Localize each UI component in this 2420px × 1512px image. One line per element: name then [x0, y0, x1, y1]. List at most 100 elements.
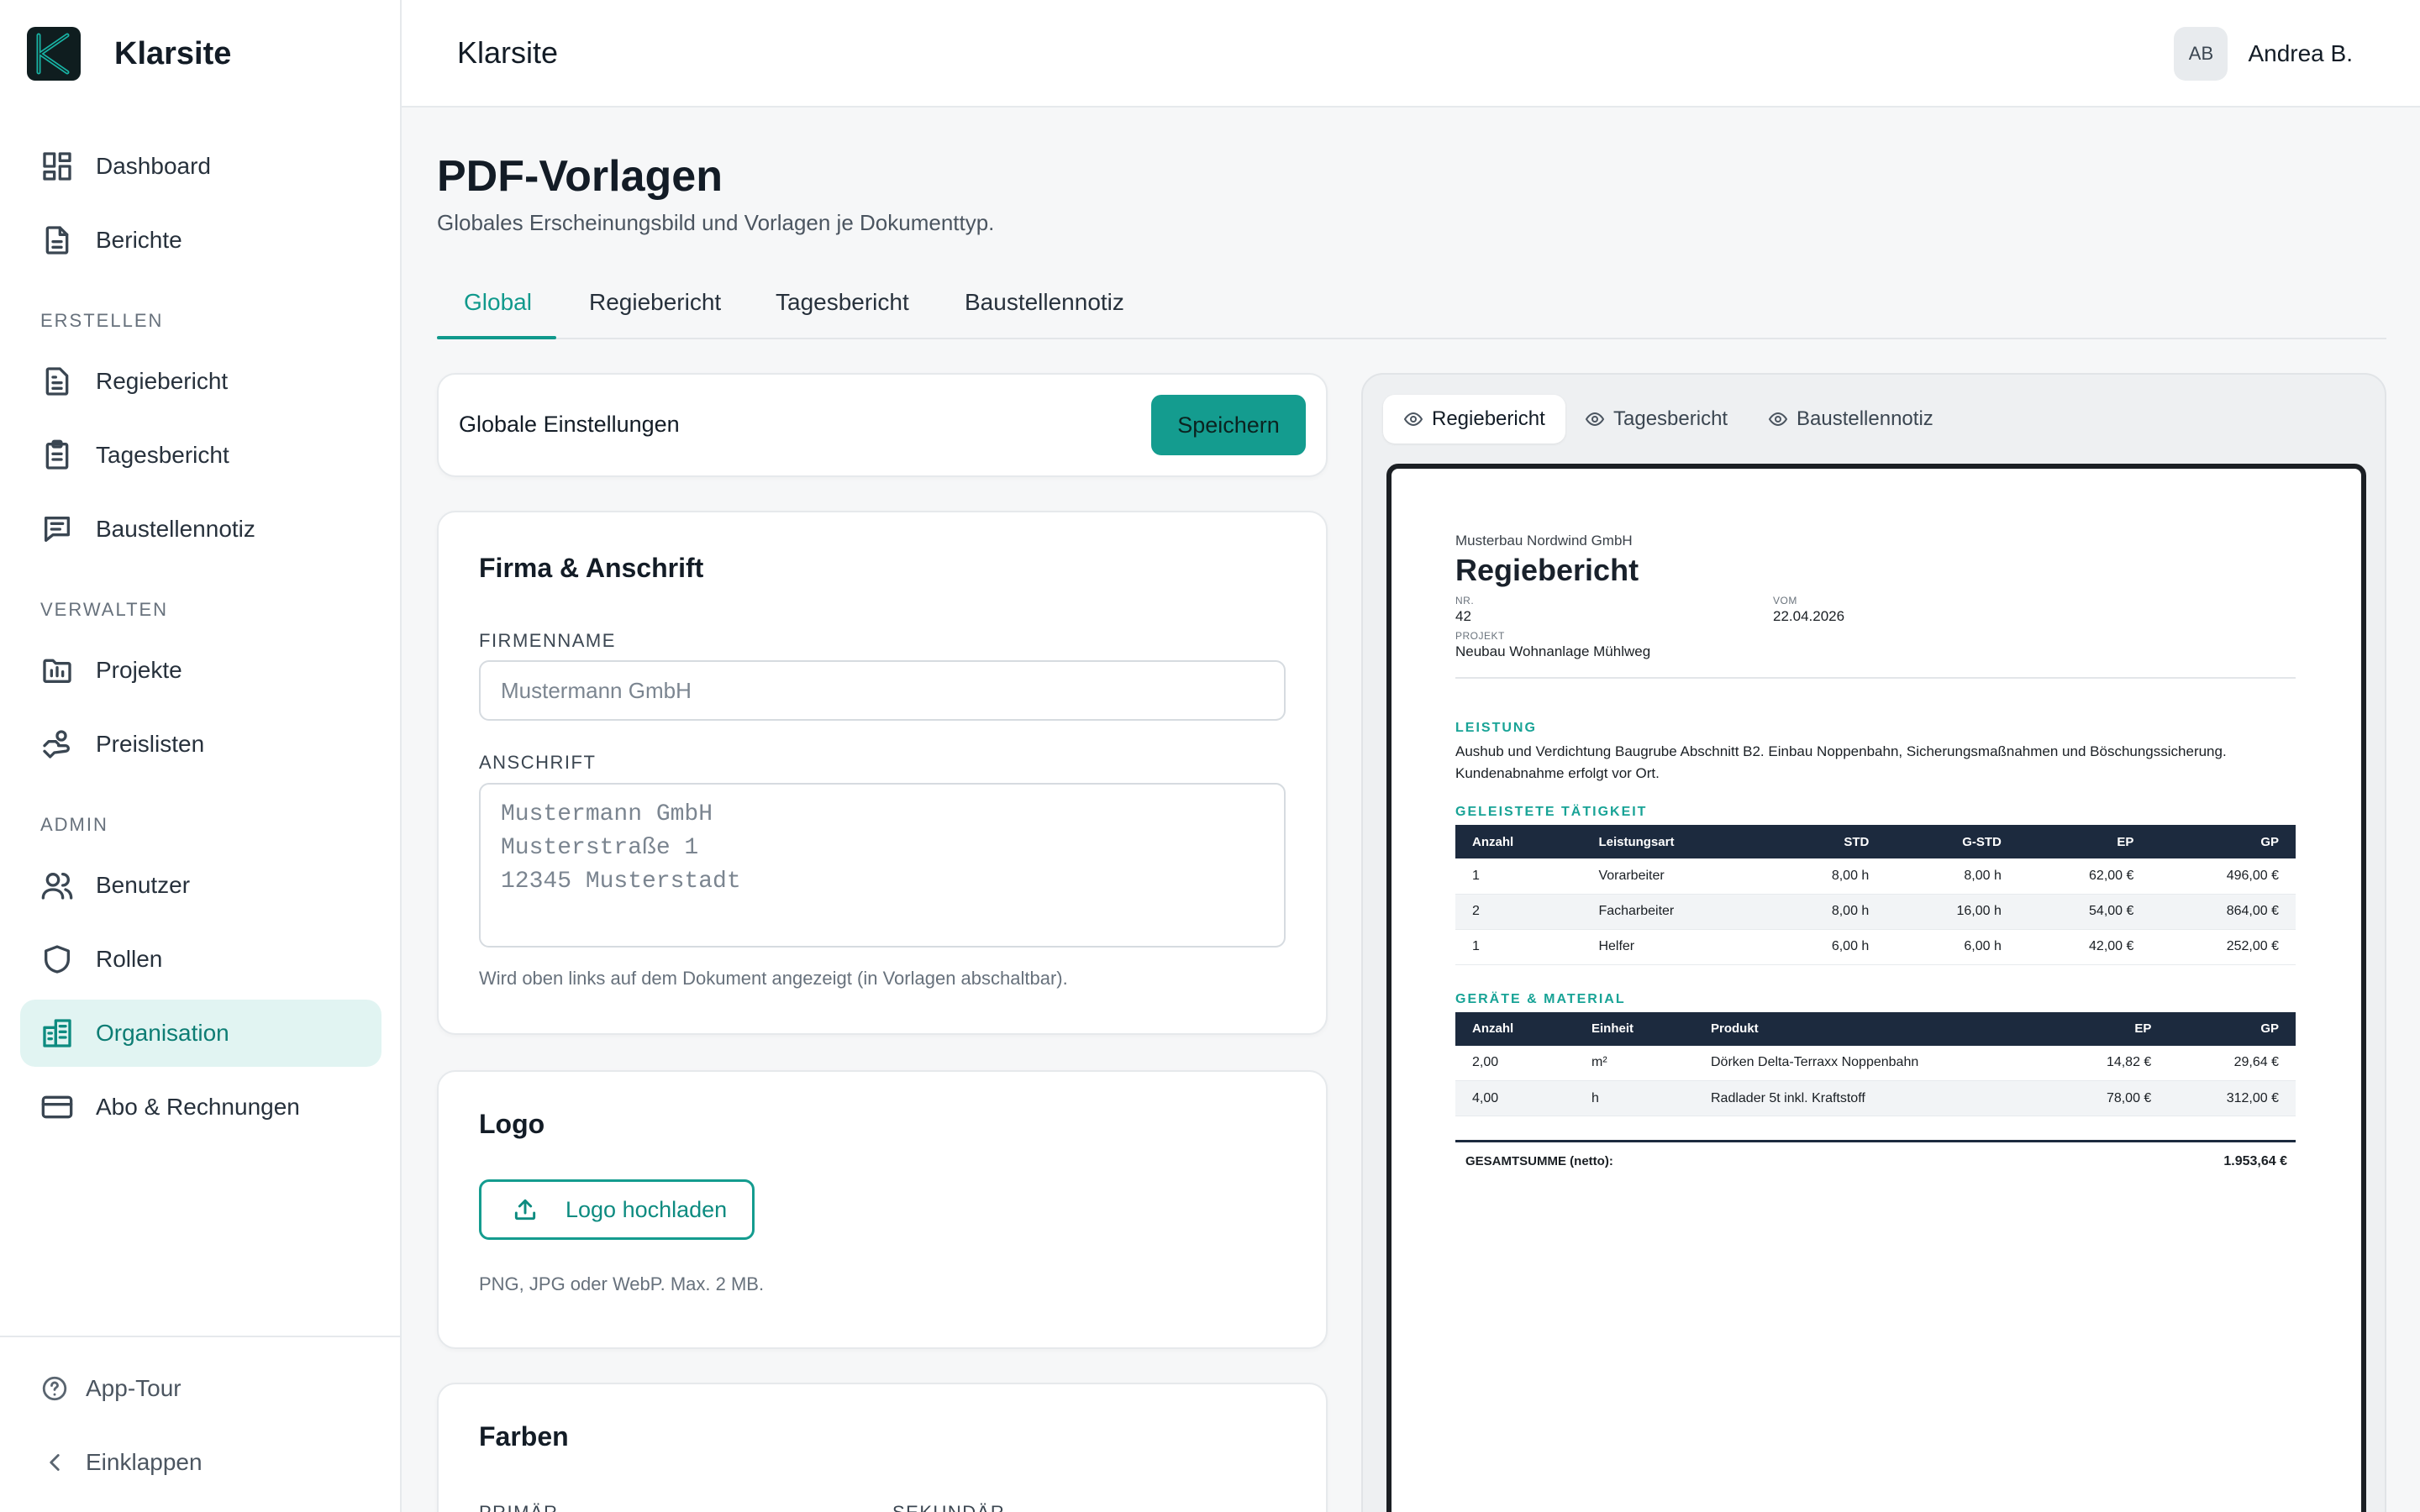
nav-tagesbericht[interactable]: Tagesbericht: [20, 422, 381, 489]
upload-logo-button[interactable]: Logo hochladen: [479, 1179, 755, 1240]
nav-organisation[interactable]: Organisation: [20, 1000, 381, 1067]
dashboard-icon: [43, 152, 71, 181]
tab-regiebericht[interactable]: Regiebericht: [589, 289, 721, 316]
table-header: Produkt: [1694, 1011, 2052, 1046]
folder-icon: [43, 659, 71, 683]
nav-label: Dashboard: [96, 153, 211, 179]
doc-work-title: GELEISTETE TÄTIGKEIT: [1455, 805, 1648, 819]
table-cell: 78,00 €: [2051, 1080, 2169, 1116]
doc-date-label: VOM: [1773, 595, 1797, 606]
clipboard-icon: [45, 439, 69, 470]
price-icon: [43, 730, 70, 759]
tab-baustellennotiz[interactable]: Baustellennotiz: [965, 289, 1124, 316]
table-cell: 8,00 h: [1765, 858, 1886, 895]
nav-berichte[interactable]: Berichte: [20, 207, 381, 274]
material-table: Anzahl Einheit Produkt EP GP 2,00 m² Dör…: [1455, 1011, 2296, 1116]
document-icon: [45, 226, 69, 255]
report-icon: [45, 367, 69, 396]
pdf-document: Musterbau Nordwind GmbH Regiebericht NR.…: [1455, 533, 2296, 1179]
table-cell: 1: [1455, 929, 1582, 965]
nav-dashboard[interactable]: Dashboard: [20, 133, 381, 200]
save-button[interactable]: Speichern: [1151, 395, 1306, 455]
nav-abo-rechnungen[interactable]: Abo & Rechnungen: [20, 1074, 381, 1141]
table-cell: Dörken Delta-Terraxx Noppenbahn: [1694, 1045, 2052, 1081]
sidebar-footer: App-Tour Einklappen: [0, 1336, 400, 1512]
page-subtitle: Globales Erscheinungsbild und Vorlagen j…: [437, 210, 995, 235]
nav-label: Regiebericht: [96, 368, 229, 394]
nav-label: Berichte: [96, 227, 182, 253]
company-name-input[interactable]: [479, 660, 1286, 721]
table-cell: 2: [1455, 894, 1582, 930]
nav-label: Organisation: [96, 1020, 229, 1046]
doc-nr-label: NR.: [1455, 595, 1475, 606]
tab-global[interactable]: Global: [464, 289, 532, 316]
table-cell: Helfer: [1581, 929, 1766, 965]
upload-logo-label: Logo hochladen: [566, 1196, 728, 1222]
nav-preislisten[interactable]: Preislisten: [20, 711, 381, 778]
active-tab-indicator: [437, 336, 556, 339]
table-cell: 4,00: [1455, 1080, 1575, 1116]
section-title-erstellen: ERSTELLEN: [40, 310, 164, 331]
topbar: Klarsite AB Andrea B.: [402, 0, 2420, 108]
shield-icon: [45, 945, 71, 974]
table-cell: 1: [1455, 858, 1582, 895]
preview-tab-baustellennotiz[interactable]: Baustellennotiz: [1748, 395, 1954, 444]
address-hint: Wird oben links auf dem Dokument angezei…: [479, 968, 1068, 989]
table-cell: Vorarbeiter: [1581, 858, 1766, 895]
chevron-left-icon: [50, 1454, 60, 1471]
app-tour-button[interactable]: App-Tour: [40, 1374, 182, 1403]
eye-icon: [1585, 412, 1605, 427]
doc-nr: 42: [1455, 608, 1471, 624]
table-cell: 16,00 h: [1886, 894, 2018, 930]
preview-tab-label: Baustellennotiz: [1797, 407, 1933, 430]
table-cell: Facharbeiter: [1581, 894, 1766, 930]
table-header-row: Anzahl Einheit Produkt EP GP: [1455, 1011, 2296, 1046]
template-tabs: Global Regiebericht Tagesbericht Baustel…: [437, 277, 2386, 339]
section-title-admin: ADMIN: [40, 814, 108, 835]
nav-rollen[interactable]: Rollen: [20, 926, 381, 993]
preview-tab-label: Regiebericht: [1432, 407, 1545, 430]
nav-label: Benutzer: [96, 872, 191, 898]
table-header: GP: [2168, 1011, 2296, 1046]
brand[interactable]: Klarsite: [27, 27, 231, 81]
doc-total-row: GESAMTSUMME (netto): 1.953,64 €: [1455, 1140, 2296, 1179]
doc-title: Regiebericht: [1455, 553, 1639, 587]
nav-regiebericht[interactable]: Regiebericht: [20, 348, 381, 415]
table-row: 1 Vorarbeiter 8,00 h 8,00 h 62,00 € 496,…: [1455, 858, 2296, 895]
table-header: G-STD: [1886, 825, 2018, 858]
colors-card-title: Farben: [479, 1421, 569, 1452]
collapse-button[interactable]: Einklappen: [40, 1448, 203, 1477]
doc-material-title: GERÄTE & MATERIAL: [1455, 991, 1626, 1006]
nav-projekte[interactable]: Projekte: [20, 637, 381, 704]
doc-company: Musterbau Nordwind GmbH: [1455, 533, 1633, 549]
sidebar: Klarsite Dashboard Berichte ERSTELLEN Re…: [0, 0, 402, 1512]
logo-card: Logo Logo hochladen PNG, JPG oder WebP. …: [437, 1070, 1328, 1349]
tab-tagesbericht[interactable]: Tagesbericht: [776, 289, 909, 316]
user-name: Andrea B.: [2248, 40, 2353, 66]
doc-total-value: 1.953,64 €: [2223, 1154, 2287, 1168]
preview-tab-regiebericht[interactable]: Regiebericht: [1383, 395, 1565, 444]
table-header: Leistungsart: [1581, 825, 1766, 858]
preview-tab-tagesbericht[interactable]: Tagesbericht: [1565, 395, 1748, 444]
nav-baustellennotiz[interactable]: Baustellennotiz: [20, 496, 381, 563]
company-card-title: Firma & Anschrift: [479, 553, 704, 583]
logo-card-title: Logo: [479, 1109, 545, 1139]
table-header: EP: [2051, 1011, 2169, 1046]
upload-icon: [514, 1199, 536, 1221]
company-name-label: FIRMENNAME: [479, 630, 616, 651]
table-header: Anzahl: [1455, 825, 1582, 858]
table-row: 4,00 h Radlader 5t inkl. Kraftstoff 78,0…: [1455, 1080, 2296, 1116]
nav-label: Baustellennotiz: [96, 516, 255, 542]
doc-project: Neubau Wohnanlage Mühlweg: [1455, 643, 1651, 659]
nav-benutzer[interactable]: Benutzer: [20, 852, 381, 919]
address-textarea[interactable]: [479, 783, 1286, 948]
logo-hint: PNG, JPG oder WebP. Max. 2 MB.: [479, 1273, 765, 1294]
table-row: 2,00 m² Dörken Delta-Terraxx Noppenbahn …: [1455, 1045, 2296, 1081]
table-header: Einheit: [1575, 1011, 1694, 1046]
user-menu[interactable]: AB Andrea B.: [2174, 27, 2353, 81]
collapse-label: Einklappen: [86, 1449, 203, 1475]
table-cell: h: [1575, 1080, 1694, 1116]
doc-leistung-text: Aushub und Verdichtung Baugrube Abschnit…: [1455, 743, 2227, 781]
table-cell: 42,00 €: [2018, 929, 2151, 965]
table-cell: Radlader 5t inkl. Kraftstoff: [1694, 1080, 2052, 1116]
